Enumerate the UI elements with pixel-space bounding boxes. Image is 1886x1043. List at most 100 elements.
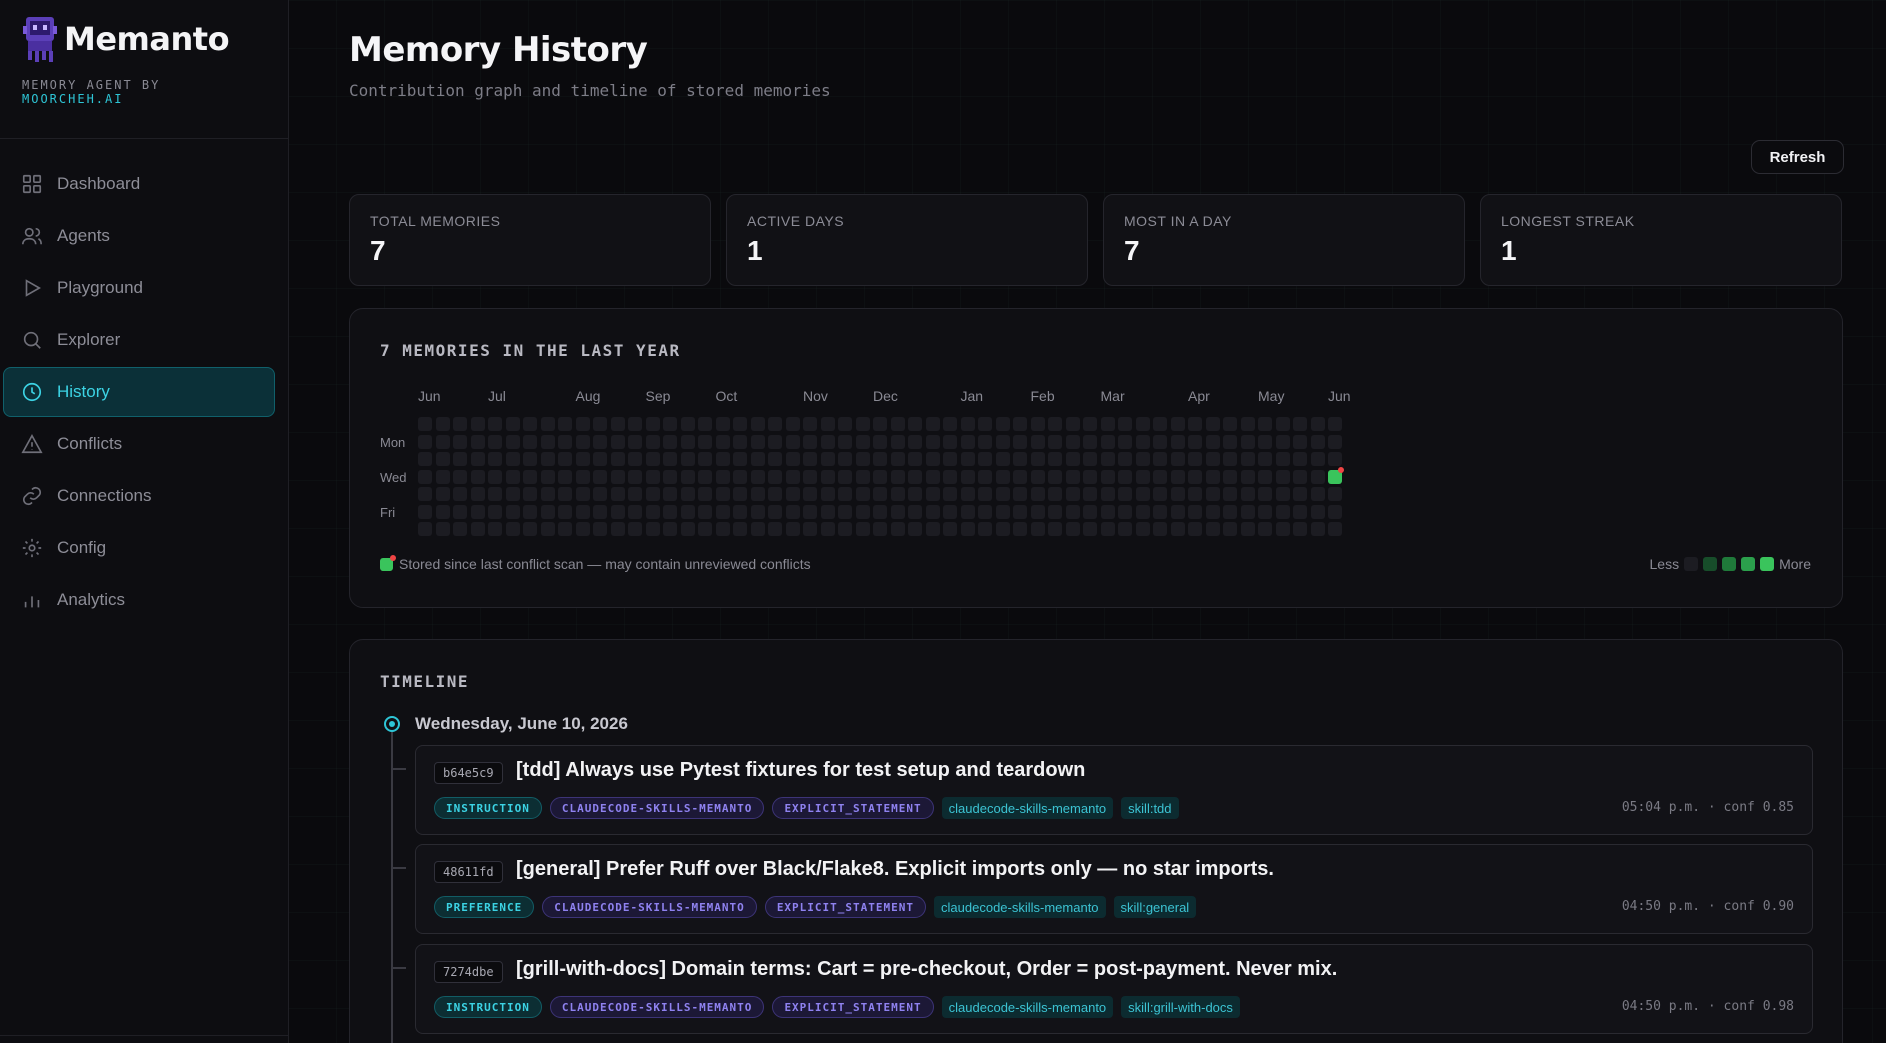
heatmap-cell[interactable]: [1118, 487, 1132, 501]
agent-tag[interactable]: CLAUDECODE-SKILLS-MEMANTO: [549, 797, 765, 819]
heatmap-cell[interactable]: [558, 487, 572, 501]
heatmap-cell[interactable]: [1065, 469, 1080, 484]
heatmap-cell[interactable]: [540, 417, 555, 431]
heatmap-cell[interactable]: [1293, 469, 1307, 484]
heatmap-cell[interactable]: [1240, 469, 1255, 484]
heatmap-cell[interactable]: [1205, 522, 1220, 536]
heatmap-cell[interactable]: [628, 434, 642, 449]
heatmap-cell[interactable]: [645, 417, 660, 431]
heatmap-cell[interactable]: [680, 487, 695, 501]
heatmap-cell[interactable]: [750, 434, 765, 449]
heatmap-cell[interactable]: [1223, 417, 1237, 431]
heatmap-cell[interactable]: [750, 452, 765, 466]
heatmap-cell[interactable]: [1240, 434, 1255, 449]
heatmap-cell[interactable]: [978, 504, 992, 519]
nav-item-analytics[interactable]: Analytics: [3, 575, 275, 625]
heatmap-cell[interactable]: [575, 452, 590, 466]
heatmap-cell[interactable]: [1328, 452, 1342, 466]
heatmap-cell[interactable]: [995, 487, 1010, 501]
heatmap-cell[interactable]: [1048, 487, 1062, 501]
heatmap-cell[interactable]: [733, 487, 747, 501]
heatmap-cell[interactable]: [558, 522, 572, 536]
heatmap-cell[interactable]: [925, 504, 940, 519]
heatmap-cell[interactable]: [908, 434, 922, 449]
heatmap-cell[interactable]: [1100, 469, 1115, 484]
heatmap-cell[interactable]: [1135, 504, 1150, 519]
heatmap-cell[interactable]: [733, 469, 747, 484]
heatmap-cell[interactable]: [488, 469, 502, 484]
heatmap-cell[interactable]: [540, 452, 555, 466]
heatmap-cell[interactable]: [838, 434, 852, 449]
heatmap-cell[interactable]: [838, 522, 852, 536]
heatmap-cell[interactable]: [1223, 452, 1237, 466]
heatmap-cell[interactable]: [925, 522, 940, 536]
heatmap-cell[interactable]: [645, 522, 660, 536]
heatmap-cell[interactable]: [1223, 504, 1237, 519]
heatmap-cell[interactable]: [523, 504, 537, 519]
heatmap-cell[interactable]: [820, 417, 835, 431]
heatmap-cell[interactable]: [1065, 417, 1080, 431]
heatmap-cell[interactable]: [418, 434, 432, 449]
heatmap-cell[interactable]: [803, 522, 817, 536]
heatmap-cell[interactable]: [1135, 452, 1150, 466]
namespace-tag[interactable]: claudecode-skills-memanto: [934, 896, 1106, 918]
source-tag[interactable]: EXPLICIT_STATEMENT: [764, 896, 927, 918]
heatmap-cell[interactable]: [663, 522, 677, 536]
heatmap-cell[interactable]: [418, 417, 432, 431]
heatmap-cell[interactable]: [680, 522, 695, 536]
heatmap-cell[interactable]: [470, 504, 485, 519]
heatmap-cell[interactable]: [1240, 487, 1255, 501]
heatmap-cell[interactable]: [715, 434, 730, 449]
heatmap-cell[interactable]: [575, 434, 590, 449]
heatmap-cell[interactable]: [1030, 417, 1045, 431]
heatmap-cell[interactable]: [1170, 487, 1185, 501]
heatmap-cell[interactable]: [925, 434, 940, 449]
heatmap-cell[interactable]: [995, 417, 1010, 431]
heatmap-cell[interactable]: [610, 452, 625, 466]
heatmap-cell[interactable]: [523, 417, 537, 431]
heatmap-cell[interactable]: [803, 504, 817, 519]
heatmap-cell[interactable]: [1048, 504, 1062, 519]
heatmap-cell[interactable]: [1153, 504, 1167, 519]
heatmap-cell[interactable]: [855, 487, 870, 501]
memory-id[interactable]: 48611fd: [434, 861, 503, 883]
heatmap-cell[interactable]: [1188, 487, 1202, 501]
heatmap-cell[interactable]: [820, 469, 835, 484]
heatmap-cell[interactable]: [803, 487, 817, 501]
heatmap-cell[interactable]: [1258, 522, 1272, 536]
heatmap-cell[interactable]: [663, 452, 677, 466]
heatmap-cell[interactable]: [540, 434, 555, 449]
heatmap-cell[interactable]: [698, 522, 712, 536]
memory-id[interactable]: b64e5c9: [434, 762, 503, 784]
heatmap-cell[interactable]: [1065, 504, 1080, 519]
heatmap-cell[interactable]: [1275, 452, 1290, 466]
heatmap-cell[interactable]: [1100, 522, 1115, 536]
heatmap-cell[interactable]: [1188, 434, 1202, 449]
heatmap-cell[interactable]: [1258, 504, 1272, 519]
heatmap-cell[interactable]: [785, 452, 800, 466]
heatmap-cell[interactable]: [523, 487, 537, 501]
heatmap-cell[interactable]: [1153, 522, 1167, 536]
heatmap-cell[interactable]: [1275, 469, 1290, 484]
heatmap-cell[interactable]: [1153, 417, 1167, 431]
heatmap-cell[interactable]: [715, 417, 730, 431]
heatmap-cell[interactable]: [1118, 434, 1132, 449]
heatmap-cell[interactable]: [1328, 522, 1342, 536]
heatmap-cell[interactable]: [645, 434, 660, 449]
heatmap-cell[interactable]: [1030, 469, 1045, 484]
heatmap-cell[interactable]: [873, 487, 887, 501]
heatmap-cell[interactable]: [750, 504, 765, 519]
nav-item-connections[interactable]: Connections: [3, 471, 275, 521]
heatmap-cell[interactable]: [768, 522, 782, 536]
heatmap-cell[interactable]: [960, 434, 975, 449]
heatmap-cell[interactable]: [1083, 469, 1097, 484]
heatmap-cell[interactable]: [1205, 434, 1220, 449]
heatmap-cell[interactable]: [453, 487, 467, 501]
heatmap-cell[interactable]: [1188, 469, 1202, 484]
heatmap-cell[interactable]: [610, 417, 625, 431]
heatmap-cell[interactable]: [698, 469, 712, 484]
heatmap-cell[interactable]: [925, 487, 940, 501]
heatmap-cell[interactable]: [663, 487, 677, 501]
heatmap-cell[interactable]: [890, 452, 905, 466]
heatmap-cell[interactable]: [1100, 417, 1115, 431]
